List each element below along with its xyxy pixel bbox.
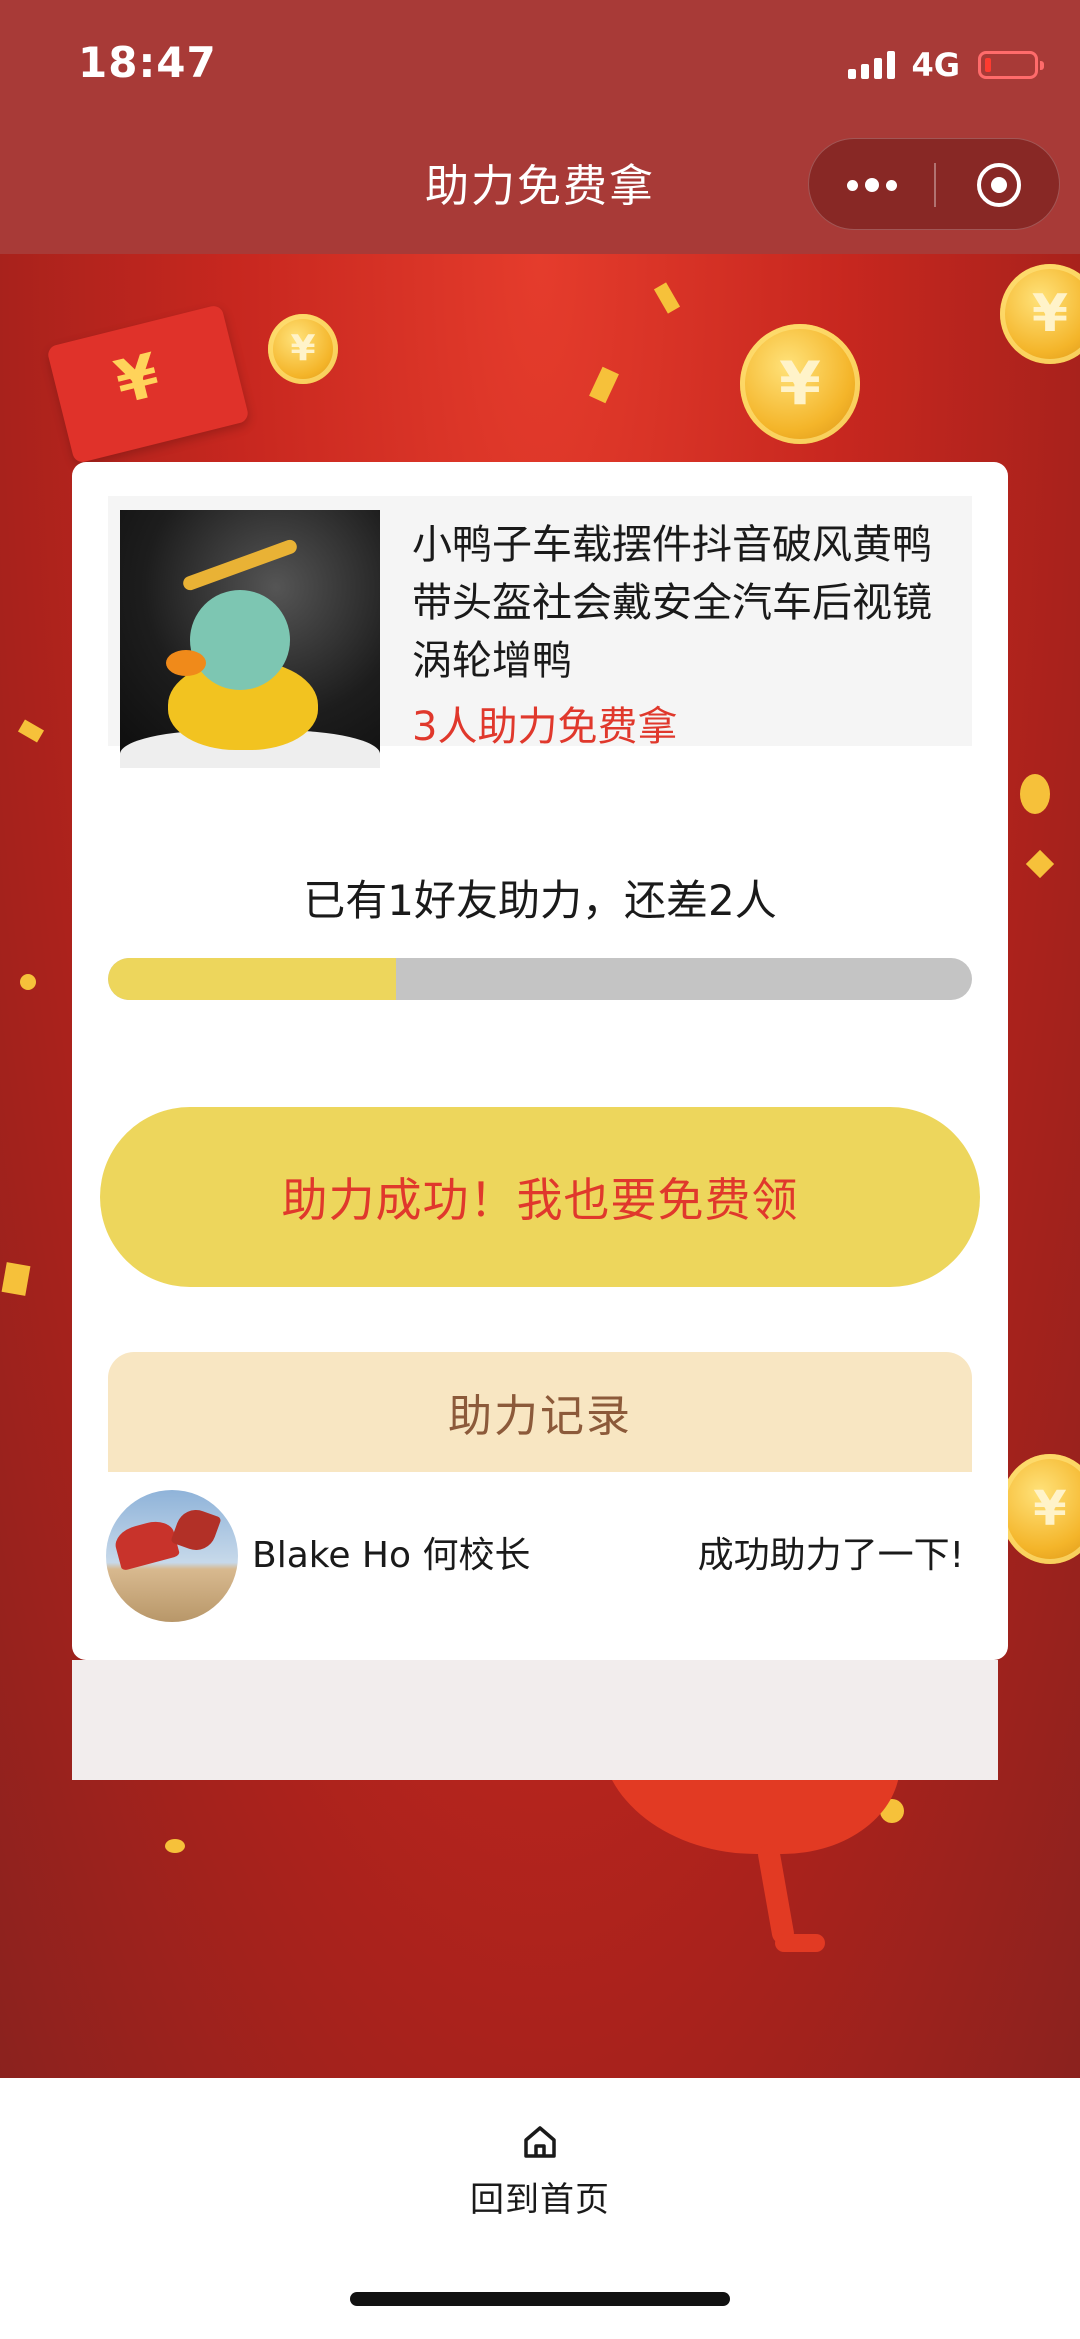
home-icon [524,2126,556,2158]
records-header: 助力记录 [108,1352,972,1472]
mascot-leg-decoration [756,1842,796,1946]
confetti-decoration [1,1262,31,1296]
mascot-leg-decoration [775,1934,825,1952]
coin-decoration [268,314,338,384]
home-indicator [350,2292,730,2306]
target-close-icon [976,163,1021,207]
assist-card: 小鸭子车载摆件抖音破风黄鸭带头盔社会戴安全汽车后视镜涡轮增鸭 3人助力免费拿 已… [72,462,1008,1660]
confetti-decoration [589,366,619,404]
coin-decoration [1000,1454,1080,1564]
progress-bar [108,958,972,1000]
yellow-duck-helmet-image [120,510,380,768]
confetti-decoration [20,974,36,990]
miniprogram-capsule [808,138,1060,230]
app-screen: 18:47 4G 助力免费拿 ¥ ¥ ¥ ¥ ¥ 小鸭子车载摆件抖音破风黄鸭带头… [0,0,1080,2339]
more-dots-icon [846,179,858,191]
close-miniprogram-button[interactable] [936,139,1061,231]
claim-free-button[interactable]: 助力成功！我也要免费领 [100,1107,980,1287]
confetti-decoration [165,1839,185,1853]
product-summary[interactable]: 小鸭子车载摆件抖音破风黄鸭带头盔社会戴安全汽车后视镜涡轮增鸭 3人助力免费拿 [108,496,972,768]
progress-fill [108,958,396,1000]
record-name: Blake Ho 何校长 [252,1535,531,1576]
top-header: 18:47 4G 助力免费拿 [0,0,1080,254]
coin-decoration [1000,264,1080,364]
record-row: Blake Ho 何校长 成功助力了一下! [72,1472,1008,1622]
signal-icon [848,51,896,79]
home-label: 回到首页 [470,2180,610,2220]
progress-text: 已有1好友助力，还差2人 [303,876,777,925]
red-envelope-decoration [46,304,250,464]
avatar [106,1490,238,1622]
product-promo: 3人助力免费拿 [412,704,678,750]
card-bottom-panel [72,1660,998,1780]
confetti-decoration [653,282,681,314]
status-indicators: 4G [848,46,1044,84]
confetti-decoration [17,719,45,743]
confetti-decoration [1025,849,1055,879]
confetti-decoration [1020,774,1050,814]
product-title: 小鸭子车载摆件抖音破风黄鸭带头盔社会戴安全汽车后视镜涡轮增鸭 [412,522,932,684]
coin-decoration [740,324,860,444]
home-button[interactable]: 回到首页 [440,2122,640,2242]
network-label: 4G [911,46,960,84]
record-action: 成功助力了一下! [697,1535,964,1576]
status-time: 18:47 [78,38,217,87]
more-button[interactable] [809,139,934,231]
battery-icon [978,51,1044,79]
